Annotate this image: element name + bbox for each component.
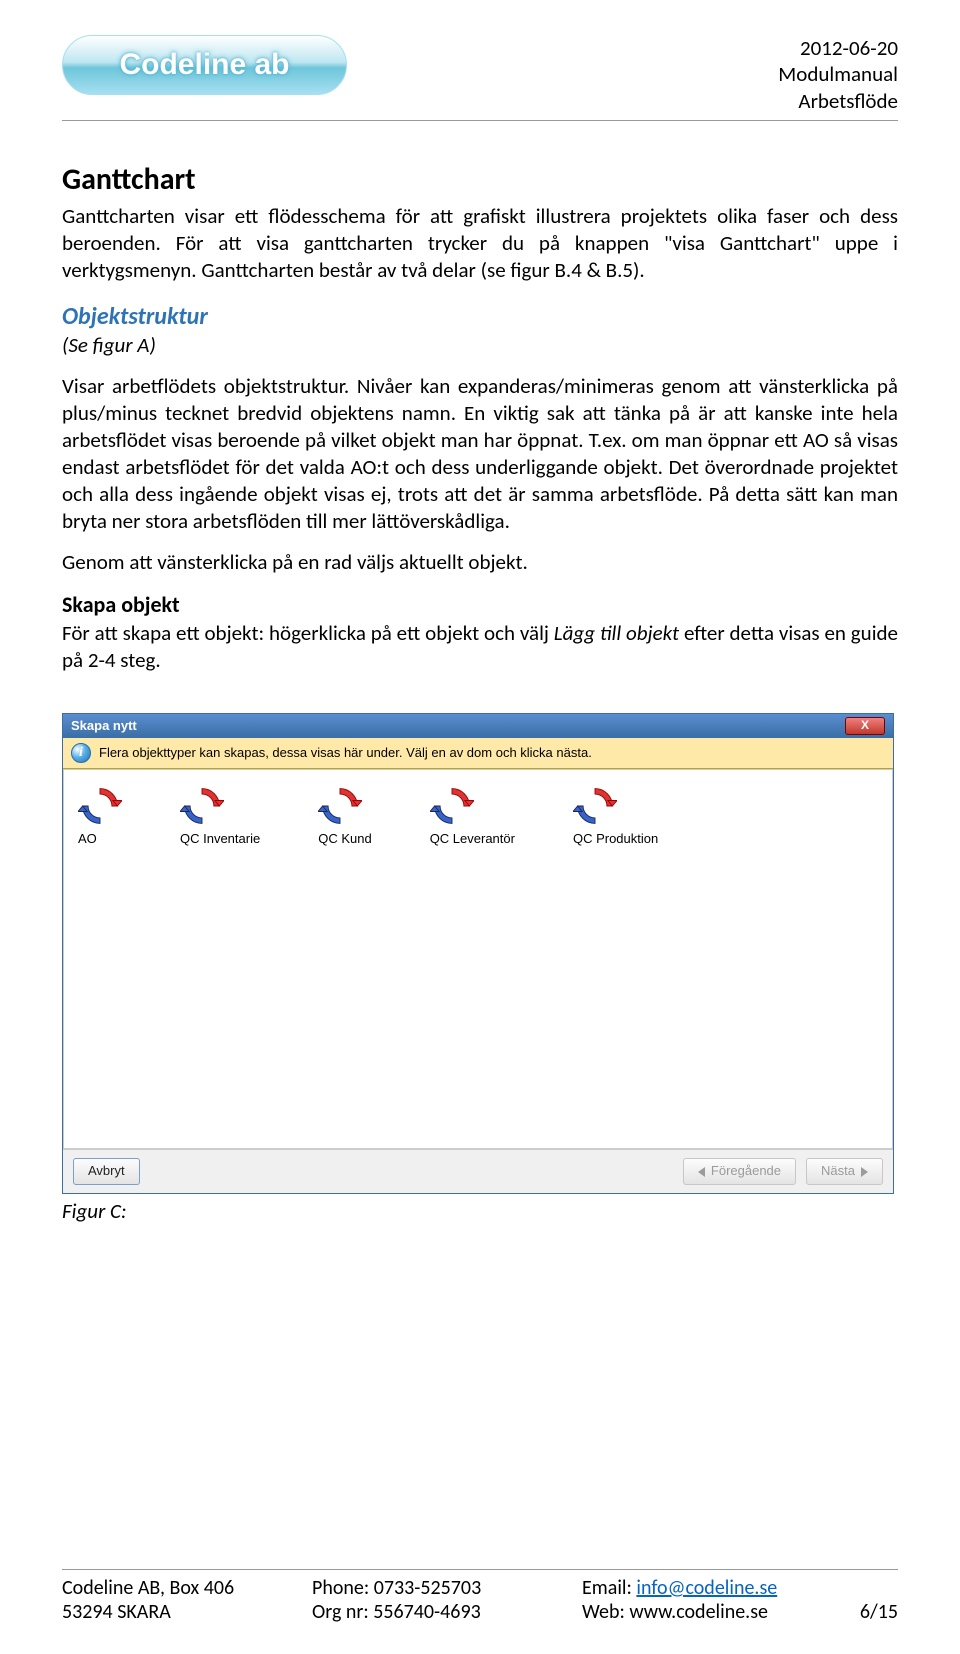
footer-web: Web: www.codeline.se [582,1600,768,1624]
previous-label: Föregående [711,1163,781,1180]
footer-company: Codeline AB, Box 406 [62,1576,312,1600]
footer-rule [62,1569,898,1570]
arrow-left-icon [698,1167,705,1177]
object-type-label: QC Produktion [573,831,658,848]
email-link[interactable]: info@codeline.se [636,1576,777,1600]
footer-city: 53294 SKARA [62,1600,312,1624]
next-label: Nästa [821,1163,855,1180]
arrow-right-icon [861,1167,868,1177]
dialog-footer: Avbryt Föregående Nästa [63,1149,893,1193]
section-paragraph-b: Genom att vänsterklicka på en rad väljs … [62,549,898,576]
web-label: Web: [582,1600,629,1624]
logo-text: Codeline ab [119,48,289,82]
close-button[interactable]: X [845,717,885,735]
section-heading-skapa-objekt: Skapa objekt [62,591,898,619]
section-heading-objektstruktur: Objektstruktur [62,302,898,333]
cycle-icon [180,784,224,828]
dialog-skapa-nytt: Skapa nytt X i Flera objekttyper kan ska… [62,713,894,1194]
page-title: Ganttchart [62,161,898,199]
footer-orgnr: Org nr: 556740-4693 [312,1600,582,1624]
header-meta: 2012-06-20 Modulmanual Arbetsflöde [778,35,898,114]
cycle-icon [430,784,474,828]
dialog-titlebar: Skapa nytt X [63,714,893,738]
previous-button[interactable]: Föregående [683,1158,796,1185]
email-label: Email: [582,1576,636,1600]
cycle-icon [318,784,362,828]
object-type-item[interactable]: QC Produktion [573,784,658,848]
page-number: 6/15 [860,1600,898,1624]
object-type-item[interactable]: QC Leverantör [430,784,515,848]
page-footer: Codeline AB, Box 406 53294 SKARA Phone: … [62,1569,898,1624]
object-type-label: QC Kund [318,831,371,848]
intro-paragraph: Ganttcharten visar ett flödesschema för … [62,203,898,284]
cancel-button[interactable]: Avbryt [73,1158,140,1185]
emphasis-text: Lägg till objekt [554,620,679,646]
section-paragraph-c: För att skapa ett objekt: högerklicka på… [62,620,898,674]
object-type-list: AO QC Inventarie QC Kund QC Leverantör Q… [78,784,878,848]
figure-caption: Figur C: [62,1198,898,1225]
company-logo: Codeline ab [62,35,347,95]
cycle-icon [78,784,122,828]
dialog-body: AO QC Inventarie QC Kund QC Leverantör Q… [63,769,893,1149]
section-subtitle: (Se figur A) [62,332,898,359]
header-title: Modulmanual [778,61,898,87]
object-type-item[interactable]: QC Inventarie [180,784,260,848]
object-type-label: QC Inventarie [180,831,260,848]
dialog-info-text: Flera objekttyper kan skapas, dessa visa… [99,745,592,762]
object-type-label: QC Leverantör [430,831,515,848]
document-body: Ganttchart Ganttcharten visar ett flödes… [62,161,898,1225]
header-subtitle: Arbetsflöde [778,88,898,114]
text-fragment: För att skapa ett objekt: högerklicka på… [62,620,554,646]
object-type-item[interactable]: AO [78,784,122,848]
header-date: 2012-06-20 [778,35,898,61]
web-url: www.codeline.se [629,1600,768,1624]
header-rule [62,120,898,121]
section-paragraph-a: Visar arbetflödets objektstruktur. Nivåe… [62,373,898,534]
dialog-title-text: Skapa nytt [71,718,137,735]
cycle-icon [573,784,617,828]
footer-email: Email: info@codeline.se [582,1576,898,1600]
footer-phone: Phone: 0733-525703 [312,1576,582,1600]
object-type-item[interactable]: QC Kund [318,784,371,848]
info-icon: i [71,743,91,763]
object-type-label: AO [78,831,97,848]
next-button[interactable]: Nästa [806,1158,883,1185]
dialog-info-bar: i Flera objekttyper kan skapas, dessa vi… [63,738,893,769]
